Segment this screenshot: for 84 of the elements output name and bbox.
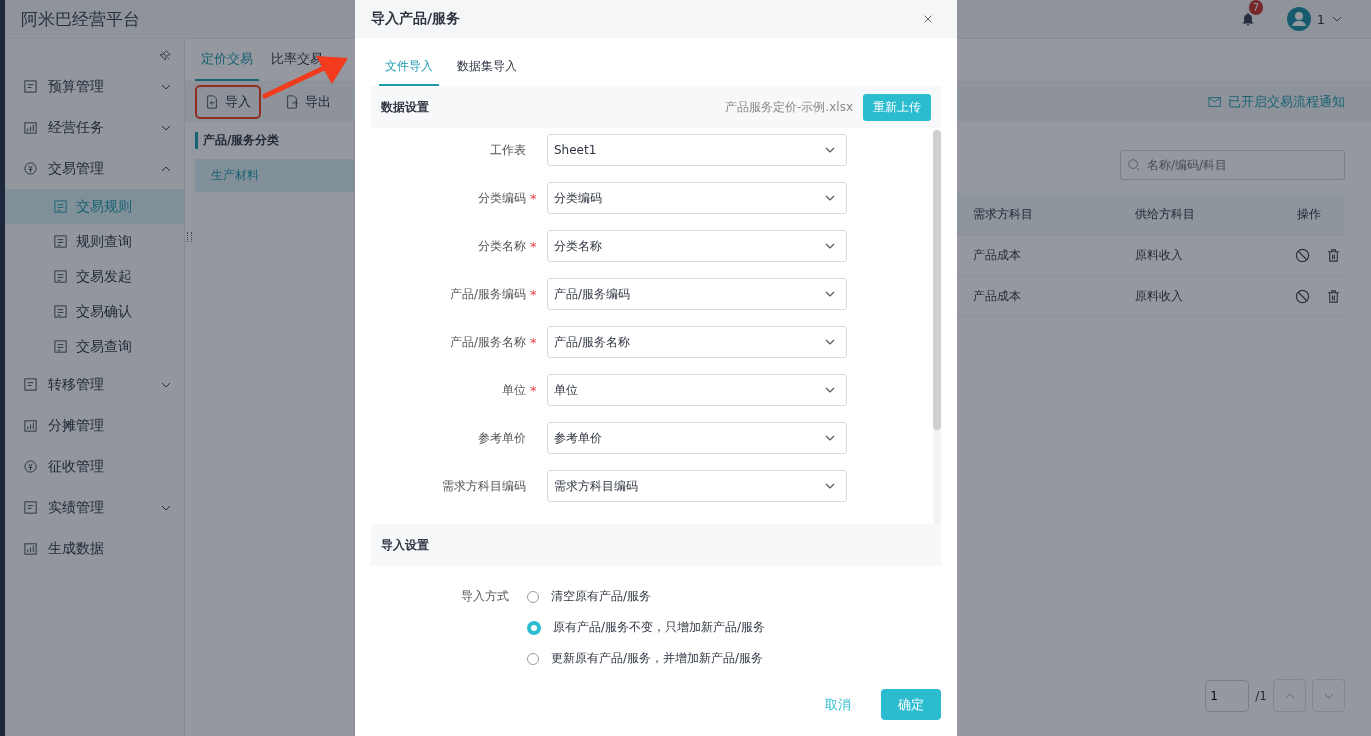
page-input[interactable]: 1: [1205, 679, 1250, 712]
avatar-icon[interactable]: [1286, 7, 1311, 31]
resize-handle[interactable]: [187, 232, 192, 242]
radio-option[interactable]: 原有产品/服务不变，只增加新产品/服务: [527, 619, 766, 636]
sidebar-item[interactable]: 生成数据: [5, 528, 184, 569]
field-label: 分类名称: [477, 237, 526, 255]
table-cell-text: 原料收入: [1135, 246, 1184, 264]
sidebar-item[interactable]: 经营任务: [5, 107, 184, 148]
search-field[interactable]: 名称/编码/科目: [1120, 150, 1345, 180]
sidebar-item[interactable]: 预算管理: [5, 66, 184, 107]
section-title: 导入设置: [381, 536, 430, 554]
sidebar-item[interactable]: 交易管理: [5, 148, 184, 189]
toolbar-button[interactable]: 导出: [275, 85, 341, 119]
file-name: 产品服务定价-示例.xlsx: [725, 98, 853, 116]
file-icon: [285, 95, 299, 109]
trash-icon[interactable]: [1326, 247, 1341, 263]
column-header: 需求方科目: [973, 205, 1034, 223]
disable-icon[interactable]: [1295, 288, 1310, 304]
document-icon: [53, 269, 68, 284]
menu-icon: [23, 459, 38, 474]
user-name[interactable]: 1: [1316, 11, 1325, 27]
sidebar-item[interactable]: 转移管理: [5, 364, 184, 405]
required-mark: *: [530, 286, 537, 302]
sidebar-subitem[interactable]: 交易发起: [5, 259, 184, 294]
column-header: 供给方科目: [1135, 205, 1196, 223]
select-field[interactable]: 单位: [547, 374, 847, 406]
sidebar-item[interactable]: 征收管理: [5, 446, 184, 487]
dialog-tab[interactable]: 数据集导入: [451, 48, 523, 86]
page-total: /1: [1255, 688, 1267, 703]
dialog-title: 导入产品/服务: [371, 10, 461, 28]
file-icon: [205, 95, 219, 109]
table-cell-text: 原料收入: [1135, 287, 1184, 305]
menu-icon: [23, 120, 38, 135]
mail-icon: [1208, 95, 1222, 109]
required-mark: *: [530, 334, 537, 350]
select-field[interactable]: 产品/服务编码: [547, 278, 847, 310]
table-cell-text: 产品成本: [973, 246, 1022, 264]
select-field[interactable]: 分类名称: [547, 230, 847, 262]
field-label: 单位: [501, 381, 526, 399]
document-icon: [53, 304, 68, 319]
document-icon: [53, 234, 68, 249]
column-header: 操作: [1297, 205, 1321, 223]
radio-option[interactable]: 更新原有产品/服务，并增加新产品/服务: [527, 650, 766, 667]
menu-icon: [23, 418, 38, 433]
document-icon: [53, 199, 68, 214]
menu-icon: [23, 377, 38, 392]
radio-option[interactable]: 清空原有产品/服务: [527, 588, 766, 605]
field-label: 参考单价: [477, 429, 526, 447]
required-mark: *: [530, 190, 537, 206]
field-label: 导入方式: [460, 588, 509, 605]
sidebar-subitem[interactable]: 交易查询: [5, 329, 184, 364]
select-field[interactable]: 产品/服务名称: [547, 326, 847, 358]
sidebar-subitem[interactable]: 交易确认: [5, 294, 184, 329]
sidebar-subitem[interactable]: 规则查询: [5, 224, 184, 259]
select-field[interactable]: 需求方科目编码: [547, 470, 847, 502]
sidebar-item[interactable]: 分摊管理: [5, 405, 184, 446]
field-label: 需求方科目编码: [441, 477, 526, 495]
select-field[interactable]: 参考单价: [547, 422, 847, 454]
trash-icon[interactable]: [1326, 288, 1341, 304]
field-label: 分类编码: [477, 189, 526, 207]
field-label: 产品/服务编码: [448, 285, 526, 303]
menu-icon: [23, 500, 38, 515]
section-title: 数据设置: [381, 98, 430, 116]
radio-button[interactable]: [527, 620, 541, 635]
menu-icon: [23, 79, 38, 94]
pin-icon[interactable]: [159, 49, 172, 62]
required-mark: *: [530, 238, 537, 254]
close-icon[interactable]: [923, 14, 933, 24]
menu-icon: [23, 161, 38, 176]
field-label: 工作表: [489, 141, 526, 159]
field-label: 产品/服务名称: [448, 333, 526, 351]
document-icon: [53, 339, 68, 354]
toolbar-button[interactable]: 导入: [195, 85, 261, 119]
notification-badge: 7: [1248, 0, 1264, 15]
table-cell-text: 产品成本: [973, 287, 1022, 305]
disable-icon[interactable]: [1295, 247, 1310, 263]
menu-icon: [23, 541, 38, 556]
sidebar-item[interactable]: 实绩管理: [5, 487, 184, 528]
required-mark: *: [530, 382, 537, 398]
scrollbar[interactable]: [933, 130, 941, 524]
bell-icon[interactable]: [1240, 12, 1255, 26]
app-title: 阿米巴经营平台: [21, 7, 140, 31]
select-field[interactable]: 分类编码: [547, 182, 847, 214]
select-field[interactable]: Sheet1: [547, 134, 847, 166]
